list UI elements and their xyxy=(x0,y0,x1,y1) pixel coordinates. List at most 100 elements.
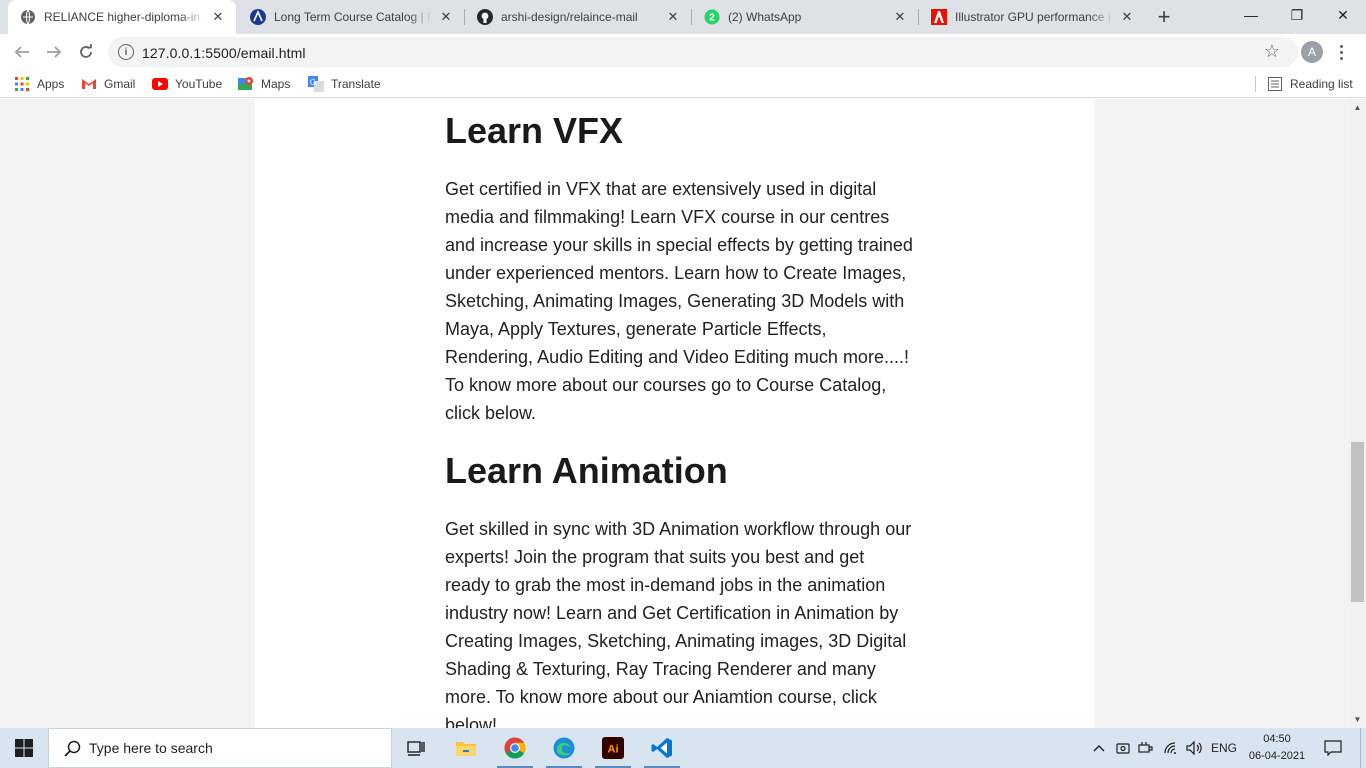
bookmark-label: Translate xyxy=(331,77,381,91)
apps-grid-icon xyxy=(14,76,30,92)
bookmarks-bar: Apps Gmail YouTube Maps G Translate Read… xyxy=(0,70,1366,98)
language-indicator[interactable]: ENG xyxy=(1208,728,1240,768)
volume-button[interactable] xyxy=(1185,728,1205,768)
svg-text:G: G xyxy=(310,78,316,87)
arrow-left-icon xyxy=(14,46,29,58)
whatsapp-badge: 2 xyxy=(709,13,715,24)
close-window-button[interactable]: ✕ xyxy=(1320,0,1366,30)
illustrator-icon: Ai xyxy=(602,737,624,759)
battery-plug-icon xyxy=(1138,742,1153,753)
clock-date: 06-04-2021 xyxy=(1248,750,1306,762)
webcam-icon xyxy=(1116,743,1130,754)
network-device-button[interactable] xyxy=(1137,728,1155,768)
folder-icon xyxy=(456,742,476,756)
scroll-up-icon[interactable]: ▲ xyxy=(1349,99,1366,116)
whatsapp-icon: 2 xyxy=(704,9,720,25)
bookmark-youtube[interactable]: YouTube xyxy=(152,75,222,93)
info-icon[interactable]: i xyxy=(118,44,134,60)
page-card: Learn VFX Get certified in VFX that are … xyxy=(255,99,1095,728)
wifi-icon xyxy=(1164,742,1176,754)
tab-title: (2) WhatsApp xyxy=(728,10,802,24)
tab-illustrator[interactable]: Illustrator GPU performance | D ✕ xyxy=(919,0,1145,34)
tab-title: RELIANCE higher-diploma-in-3 xyxy=(44,10,204,24)
illustrator-button[interactable]: Ai xyxy=(589,728,637,768)
bookmark-label: Apps xyxy=(37,77,65,91)
chrome-icon xyxy=(504,737,526,759)
bookmarks-divider xyxy=(1255,76,1256,92)
tab-course-catalog[interactable]: Long Term Course Catalog | Re ✕ xyxy=(238,0,464,34)
edge-icon xyxy=(553,737,575,759)
vfx-heading: Learn VFX xyxy=(445,110,624,151)
wifi-button[interactable] xyxy=(1162,728,1180,768)
notifications-button[interactable] xyxy=(1320,728,1346,768)
bookmark-maps[interactable]: Maps xyxy=(238,75,290,93)
tab-reliance[interactable]: RELIANCE higher-diploma-in-3 ✕ xyxy=(8,0,236,34)
taskbar-search-input[interactable]: Type here to search xyxy=(48,728,392,768)
bookmark-gmail[interactable]: Gmail xyxy=(81,75,135,93)
tab-whatsapp[interactable]: 2 (2) WhatsApp ✕ xyxy=(692,0,918,34)
edge-button[interactable] xyxy=(540,728,588,768)
windows-logo-icon xyxy=(15,739,33,757)
github-icon xyxy=(477,9,493,25)
profile-avatar[interactable]: A xyxy=(1301,41,1323,63)
vscode-icon xyxy=(651,738,672,758)
search-icon xyxy=(63,739,81,757)
reliance-logo-icon xyxy=(250,9,266,25)
scroll-down-icon[interactable]: ▼ xyxy=(1349,711,1366,728)
meet-now-button[interactable] xyxy=(1114,728,1132,768)
translate-icon: G xyxy=(308,76,324,92)
forward-button[interactable] xyxy=(40,38,68,66)
reading-list-label: Reading list xyxy=(1290,77,1353,91)
animation-heading: Learn Animation xyxy=(445,450,728,491)
new-tab-button[interactable]: + xyxy=(1152,4,1176,29)
task-view-button[interactable] xyxy=(392,728,440,768)
bookmark-label: Maps xyxy=(261,77,291,91)
page-viewport: Learn VFX Get certified in VFX that are … xyxy=(0,99,1349,728)
show-hidden-icons-button[interactable] xyxy=(1090,728,1108,768)
start-button[interactable] xyxy=(0,728,48,768)
task-view-icon xyxy=(407,741,425,756)
close-icon[interactable]: ✕ xyxy=(438,9,454,25)
back-button[interactable] xyxy=(8,38,36,66)
address-bar[interactable]: i 127.0.0.1:5500/email.html ☆ xyxy=(108,37,1298,67)
page-scrollbar[interactable]: ▲ ▼ xyxy=(1349,99,1366,728)
reading-list-icon xyxy=(1267,76,1283,92)
maps-icon xyxy=(238,76,254,92)
close-icon[interactable]: ✕ xyxy=(892,9,908,25)
url-text: 127.0.0.1:5500/email.html xyxy=(142,45,306,61)
maximize-button[interactable]: ❐ xyxy=(1274,0,1320,30)
illustrator-label: Ai xyxy=(608,744,619,756)
tab-github[interactable]: arshi-design/relaince-mail ✕ xyxy=(465,0,691,34)
bookmark-apps[interactable]: Apps xyxy=(14,75,64,93)
vfx-description: Get certified in VFX that are extensivel… xyxy=(445,179,913,423)
gmail-icon xyxy=(81,76,97,92)
adobe-icon xyxy=(931,9,947,25)
tab-title: Long Term Course Catalog | Re xyxy=(274,10,432,24)
show-desktop-button[interactable] xyxy=(1360,728,1366,768)
browser-toolbar: i 127.0.0.1:5500/email.html ☆ A xyxy=(0,34,1366,70)
tab-title: Illustrator GPU performance | D xyxy=(955,10,1113,24)
windows-taskbar: Type here to search Ai ENG 04:50 06-04-2… xyxy=(0,728,1366,768)
close-icon[interactable]: ✕ xyxy=(665,9,681,25)
bookmark-translate[interactable]: G Translate xyxy=(308,75,381,93)
file-explorer-button[interactable] xyxy=(442,728,490,768)
close-icon[interactable]: ✕ xyxy=(210,9,226,25)
tab-title: arshi-design/relaince-mail xyxy=(501,10,638,24)
reading-list-button[interactable]: Reading list xyxy=(1267,75,1353,93)
more-menu-icon[interactable] xyxy=(1336,40,1346,64)
close-icon[interactable]: ✕ xyxy=(1119,9,1135,25)
star-icon[interactable]: ☆ xyxy=(1264,41,1280,62)
notification-icon xyxy=(1324,740,1342,756)
clock-time: 04:50 xyxy=(1263,733,1291,745)
tab-strip: RELIANCE higher-diploma-in-3 ✕ Long Term… xyxy=(0,0,1366,34)
speaker-icon xyxy=(1186,741,1202,755)
animation-description: Get skilled in sync with 3D Animation wo… xyxy=(445,519,912,728)
reload-button[interactable] xyxy=(72,38,100,66)
taskbar-clock[interactable]: 04:50 06-04-2021 xyxy=(1242,731,1312,765)
minimize-button[interactable]: — xyxy=(1228,0,1274,30)
scrollbar-thumb[interactable] xyxy=(1351,442,1364,602)
vscode-button[interactable] xyxy=(638,728,686,768)
chevron-up-icon xyxy=(1093,745,1105,752)
chrome-button[interactable] xyxy=(491,728,539,768)
arrow-right-icon xyxy=(47,46,62,58)
